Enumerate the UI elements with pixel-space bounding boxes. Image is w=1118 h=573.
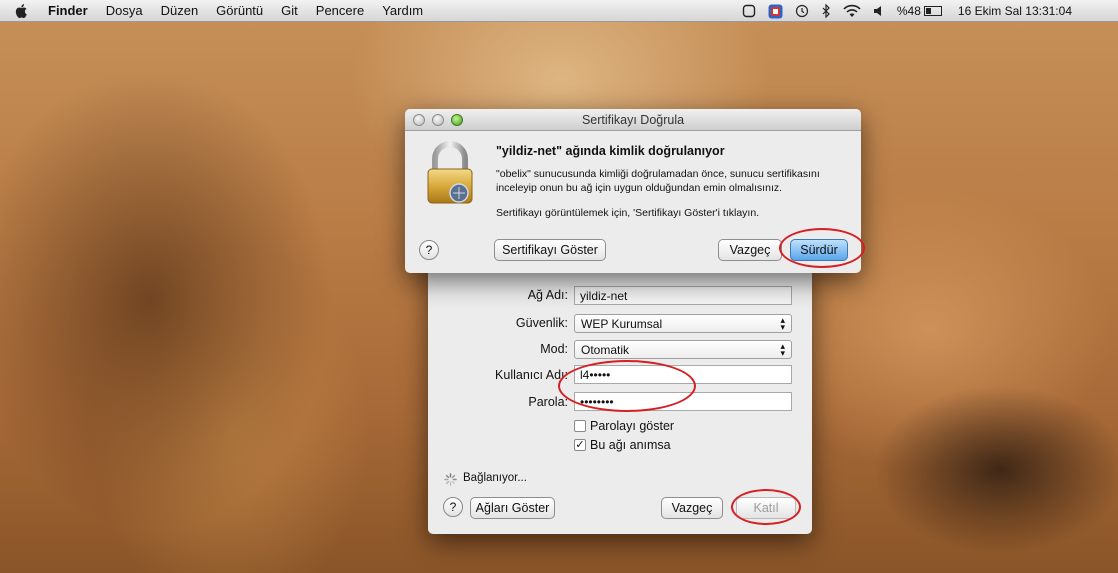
zoom-window-button[interactable] xyxy=(451,114,463,126)
help-button[interactable]: ? xyxy=(443,497,463,517)
mode-label: Mod: xyxy=(540,342,568,356)
menu-help[interactable]: Yardım xyxy=(382,3,423,18)
join-button[interactable]: Katıl xyxy=(736,497,796,519)
status-area: %48 16 Ekim Sal 13:31:04 xyxy=(742,0,1072,22)
username-field[interactable]: l4••••• xyxy=(574,365,792,384)
dialog-title: Sertifikayı Doğrula xyxy=(581,112,685,127)
security-value: WEP Kurumsal xyxy=(581,316,663,331)
menu-edit[interactable]: Düzen xyxy=(161,3,199,18)
menu-view[interactable]: Görüntü xyxy=(216,3,263,18)
volume-icon[interactable] xyxy=(873,5,885,17)
menu-go[interactable]: Git xyxy=(281,3,298,18)
show-password-box[interactable] xyxy=(574,420,586,432)
username-label: Kullanıcı Adı: xyxy=(495,368,568,382)
battery-icon xyxy=(923,6,942,16)
mode-select[interactable]: Otomatik ▴ ▾ xyxy=(574,340,792,359)
time-machine-icon[interactable] xyxy=(795,4,809,18)
show-password-checkbox[interactable]: Parolayı göster xyxy=(574,419,674,433)
apple-menu-icon[interactable] xyxy=(14,3,28,18)
spinner-icon xyxy=(444,473,457,486)
remember-network-checkbox[interactable]: ✓ Bu ağı anımsa xyxy=(574,438,671,452)
menu-bar: Finder Dosya Düzen Görüntü Git Pencere Y… xyxy=(0,0,1118,22)
password-field[interactable]: •••••••• xyxy=(574,392,792,411)
connecting-status: Bağlanıyor... xyxy=(463,472,527,484)
show-networks-button[interactable]: Ağları Göster xyxy=(470,497,555,519)
app-status-icon[interactable] xyxy=(768,4,783,19)
select-arrows-icon: ▴ ▾ xyxy=(780,340,785,358)
close-window-button[interactable] xyxy=(413,114,425,126)
remember-network-box[interactable]: ✓ xyxy=(574,439,586,451)
menu-file[interactable]: Dosya xyxy=(106,3,143,18)
mode-value: Otomatik xyxy=(581,342,630,357)
network-name-field[interactable]: yildiz-net xyxy=(574,286,792,305)
cert-message: "obelix" sunucusunda kimliği doğrulamada… xyxy=(496,168,820,194)
minimize-window-button[interactable] xyxy=(432,114,444,126)
menu-window[interactable]: Pencere xyxy=(316,3,364,18)
battery-status[interactable]: %48 xyxy=(897,4,942,18)
notification-icon[interactable] xyxy=(742,4,756,18)
wifi-icon[interactable] xyxy=(843,4,861,18)
lock-icon xyxy=(427,141,473,204)
security-select[interactable]: WEP Kurumsal ▴ ▾ xyxy=(574,314,792,333)
password-label: Parola: xyxy=(528,395,568,409)
network-name-label: Ağ Adı: xyxy=(527,288,568,302)
help-button[interactable]: ? xyxy=(419,240,439,260)
cancel-button[interactable]: Vazgeç xyxy=(661,497,723,519)
security-label: Güvenlik: xyxy=(515,316,568,330)
cert-hint: Sertifikayı görüntülemek için, 'Sertifik… xyxy=(496,207,760,219)
show-password-label: Parolayı göster xyxy=(590,419,675,433)
cert-heading: "yildiz-net" ağında kimlik doğrulanıyor xyxy=(496,144,725,158)
clock[interactable]: 16 Ekim Sal 13:31:04 xyxy=(958,4,1072,18)
show-certificate-button[interactable]: Sertifikayı Göster xyxy=(494,239,606,261)
certificate-dialog: Sertifikayı Doğrula "yildiz-net" ağında … xyxy=(405,109,861,273)
bluetooth-icon[interactable] xyxy=(821,4,831,18)
continue-button[interactable]: Sürdür xyxy=(790,239,848,261)
select-arrows-icon: ▴ ▾ xyxy=(780,314,785,332)
menu-app-finder[interactable]: Finder xyxy=(48,3,88,18)
battery-percent: %48 xyxy=(896,4,921,18)
cancel-button[interactable]: Vazgeç xyxy=(718,239,782,261)
network-join-dialog: Ağ Adı: yildiz-net Güvenlik: WEP Kurumsa… xyxy=(428,258,812,534)
remember-network-label: Bu ağı anımsa xyxy=(590,438,671,452)
title-bar: Sertifikayı Doğrula xyxy=(405,109,861,131)
